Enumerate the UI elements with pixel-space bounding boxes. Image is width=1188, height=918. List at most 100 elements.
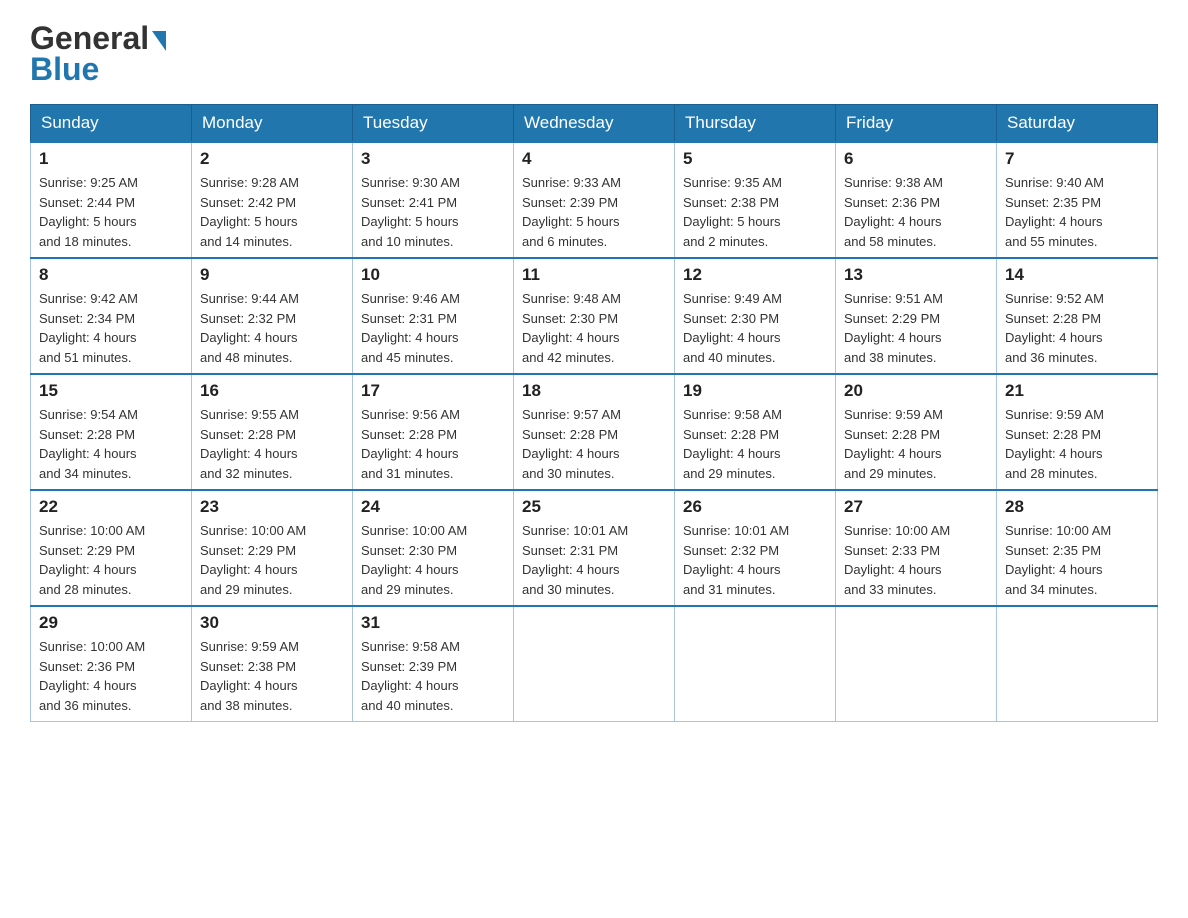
calendar-cell: 22 Sunrise: 10:00 AMSunset: 2:29 PMDayli… bbox=[31, 490, 192, 606]
day-info: Sunrise: 9:55 AMSunset: 2:28 PMDaylight:… bbox=[200, 405, 344, 483]
day-number: 24 bbox=[361, 497, 505, 517]
day-number: 25 bbox=[522, 497, 666, 517]
day-info: Sunrise: 9:48 AMSunset: 2:30 PMDaylight:… bbox=[522, 289, 666, 367]
day-info: Sunrise: 9:25 AMSunset: 2:44 PMDaylight:… bbox=[39, 173, 183, 251]
day-number: 16 bbox=[200, 381, 344, 401]
calendar-cell: 13 Sunrise: 9:51 AMSunset: 2:29 PMDaylig… bbox=[836, 258, 997, 374]
day-info: Sunrise: 9:54 AMSunset: 2:28 PMDaylight:… bbox=[39, 405, 183, 483]
calendar-header-sunday: Sunday bbox=[31, 105, 192, 143]
calendar-week-row: 8 Sunrise: 9:42 AMSunset: 2:34 PMDayligh… bbox=[31, 258, 1158, 374]
calendar-cell: 28 Sunrise: 10:00 AMSunset: 2:35 PMDayli… bbox=[997, 490, 1158, 606]
day-number: 14 bbox=[1005, 265, 1149, 285]
day-number: 31 bbox=[361, 613, 505, 633]
calendar-cell: 21 Sunrise: 9:59 AMSunset: 2:28 PMDaylig… bbox=[997, 374, 1158, 490]
day-info: Sunrise: 9:58 AMSunset: 2:28 PMDaylight:… bbox=[683, 405, 827, 483]
calendar-cell: 5 Sunrise: 9:35 AMSunset: 2:38 PMDayligh… bbox=[675, 142, 836, 258]
day-number: 9 bbox=[200, 265, 344, 285]
day-number: 12 bbox=[683, 265, 827, 285]
calendar-header-monday: Monday bbox=[192, 105, 353, 143]
calendar-cell: 27 Sunrise: 10:00 AMSunset: 2:33 PMDayli… bbox=[836, 490, 997, 606]
calendar-cell: 9 Sunrise: 9:44 AMSunset: 2:32 PMDayligh… bbox=[192, 258, 353, 374]
day-info: Sunrise: 9:57 AMSunset: 2:28 PMDaylight:… bbox=[522, 405, 666, 483]
day-number: 15 bbox=[39, 381, 183, 401]
day-info: Sunrise: 10:01 AMSunset: 2:31 PMDaylight… bbox=[522, 521, 666, 599]
calendar-header-friday: Friday bbox=[836, 105, 997, 143]
calendar-cell bbox=[836, 606, 997, 722]
calendar-header-tuesday: Tuesday bbox=[353, 105, 514, 143]
calendar-cell: 3 Sunrise: 9:30 AMSunset: 2:41 PMDayligh… bbox=[353, 142, 514, 258]
day-info: Sunrise: 9:51 AMSunset: 2:29 PMDaylight:… bbox=[844, 289, 988, 367]
day-number: 26 bbox=[683, 497, 827, 517]
day-info: Sunrise: 9:58 AMSunset: 2:39 PMDaylight:… bbox=[361, 637, 505, 715]
calendar-cell: 2 Sunrise: 9:28 AMSunset: 2:42 PMDayligh… bbox=[192, 142, 353, 258]
calendar-cell: 16 Sunrise: 9:55 AMSunset: 2:28 PMDaylig… bbox=[192, 374, 353, 490]
calendar-cell: 24 Sunrise: 10:00 AMSunset: 2:30 PMDayli… bbox=[353, 490, 514, 606]
calendar-cell: 12 Sunrise: 9:49 AMSunset: 2:30 PMDaylig… bbox=[675, 258, 836, 374]
day-number: 3 bbox=[361, 149, 505, 169]
calendar-cell: 29 Sunrise: 10:00 AMSunset: 2:36 PMDayli… bbox=[31, 606, 192, 722]
logo-blue: Blue bbox=[30, 51, 99, 88]
calendar-header-saturday: Saturday bbox=[997, 105, 1158, 143]
calendar-cell: 31 Sunrise: 9:58 AMSunset: 2:39 PMDaylig… bbox=[353, 606, 514, 722]
day-info: Sunrise: 9:33 AMSunset: 2:39 PMDaylight:… bbox=[522, 173, 666, 251]
day-info: Sunrise: 9:42 AMSunset: 2:34 PMDaylight:… bbox=[39, 289, 183, 367]
logo-arrow-icon bbox=[152, 31, 166, 51]
day-info: Sunrise: 10:00 AMSunset: 2:33 PMDaylight… bbox=[844, 521, 988, 599]
day-number: 28 bbox=[1005, 497, 1149, 517]
calendar-cell: 20 Sunrise: 9:59 AMSunset: 2:28 PMDaylig… bbox=[836, 374, 997, 490]
day-number: 10 bbox=[361, 265, 505, 285]
calendar-week-row: 15 Sunrise: 9:54 AMSunset: 2:28 PMDaylig… bbox=[31, 374, 1158, 490]
calendar-cell: 15 Sunrise: 9:54 AMSunset: 2:28 PMDaylig… bbox=[31, 374, 192, 490]
day-info: Sunrise: 9:56 AMSunset: 2:28 PMDaylight:… bbox=[361, 405, 505, 483]
calendar-cell: 7 Sunrise: 9:40 AMSunset: 2:35 PMDayligh… bbox=[997, 142, 1158, 258]
calendar-week-row: 29 Sunrise: 10:00 AMSunset: 2:36 PMDayli… bbox=[31, 606, 1158, 722]
calendar-cell: 14 Sunrise: 9:52 AMSunset: 2:28 PMDaylig… bbox=[997, 258, 1158, 374]
calendar-cell: 4 Sunrise: 9:33 AMSunset: 2:39 PMDayligh… bbox=[514, 142, 675, 258]
calendar-cell: 17 Sunrise: 9:56 AMSunset: 2:28 PMDaylig… bbox=[353, 374, 514, 490]
day-number: 21 bbox=[1005, 381, 1149, 401]
day-number: 6 bbox=[844, 149, 988, 169]
day-info: Sunrise: 9:30 AMSunset: 2:41 PMDaylight:… bbox=[361, 173, 505, 251]
calendar-cell: 11 Sunrise: 9:48 AMSunset: 2:30 PMDaylig… bbox=[514, 258, 675, 374]
calendar-cell: 26 Sunrise: 10:01 AMSunset: 2:32 PMDayli… bbox=[675, 490, 836, 606]
calendar-cell bbox=[675, 606, 836, 722]
day-number: 27 bbox=[844, 497, 988, 517]
logo: General Blue bbox=[30, 20, 166, 88]
calendar-table: SundayMondayTuesdayWednesdayThursdayFrid… bbox=[30, 104, 1158, 722]
day-info: Sunrise: 9:44 AMSunset: 2:32 PMDaylight:… bbox=[200, 289, 344, 367]
day-info: Sunrise: 10:00 AMSunset: 2:36 PMDaylight… bbox=[39, 637, 183, 715]
day-info: Sunrise: 9:46 AMSunset: 2:31 PMDaylight:… bbox=[361, 289, 505, 367]
calendar-cell: 30 Sunrise: 9:59 AMSunset: 2:38 PMDaylig… bbox=[192, 606, 353, 722]
day-info: Sunrise: 9:59 AMSunset: 2:28 PMDaylight:… bbox=[844, 405, 988, 483]
calendar-cell bbox=[997, 606, 1158, 722]
day-info: Sunrise: 9:59 AMSunset: 2:38 PMDaylight:… bbox=[200, 637, 344, 715]
day-number: 18 bbox=[522, 381, 666, 401]
day-number: 1 bbox=[39, 149, 183, 169]
day-number: 2 bbox=[200, 149, 344, 169]
day-number: 30 bbox=[200, 613, 344, 633]
day-number: 29 bbox=[39, 613, 183, 633]
calendar-cell bbox=[514, 606, 675, 722]
calendar-week-row: 22 Sunrise: 10:00 AMSunset: 2:29 PMDayli… bbox=[31, 490, 1158, 606]
calendar-header-row: SundayMondayTuesdayWednesdayThursdayFrid… bbox=[31, 105, 1158, 143]
calendar-cell: 19 Sunrise: 9:58 AMSunset: 2:28 PMDaylig… bbox=[675, 374, 836, 490]
day-info: Sunrise: 9:35 AMSunset: 2:38 PMDaylight:… bbox=[683, 173, 827, 251]
day-info: Sunrise: 10:00 AMSunset: 2:29 PMDaylight… bbox=[200, 521, 344, 599]
day-info: Sunrise: 10:01 AMSunset: 2:32 PMDaylight… bbox=[683, 521, 827, 599]
calendar-cell: 10 Sunrise: 9:46 AMSunset: 2:31 PMDaylig… bbox=[353, 258, 514, 374]
calendar-cell: 25 Sunrise: 10:01 AMSunset: 2:31 PMDayli… bbox=[514, 490, 675, 606]
day-number: 5 bbox=[683, 149, 827, 169]
day-info: Sunrise: 10:00 AMSunset: 2:29 PMDaylight… bbox=[39, 521, 183, 599]
calendar-header-wednesday: Wednesday bbox=[514, 105, 675, 143]
day-number: 19 bbox=[683, 381, 827, 401]
day-info: Sunrise: 9:49 AMSunset: 2:30 PMDaylight:… bbox=[683, 289, 827, 367]
calendar-cell: 18 Sunrise: 9:57 AMSunset: 2:28 PMDaylig… bbox=[514, 374, 675, 490]
day-number: 17 bbox=[361, 381, 505, 401]
day-number: 11 bbox=[522, 265, 666, 285]
day-number: 13 bbox=[844, 265, 988, 285]
day-number: 22 bbox=[39, 497, 183, 517]
calendar-week-row: 1 Sunrise: 9:25 AMSunset: 2:44 PMDayligh… bbox=[31, 142, 1158, 258]
day-info: Sunrise: 10:00 AMSunset: 2:35 PMDaylight… bbox=[1005, 521, 1149, 599]
day-number: 7 bbox=[1005, 149, 1149, 169]
day-info: Sunrise: 9:52 AMSunset: 2:28 PMDaylight:… bbox=[1005, 289, 1149, 367]
